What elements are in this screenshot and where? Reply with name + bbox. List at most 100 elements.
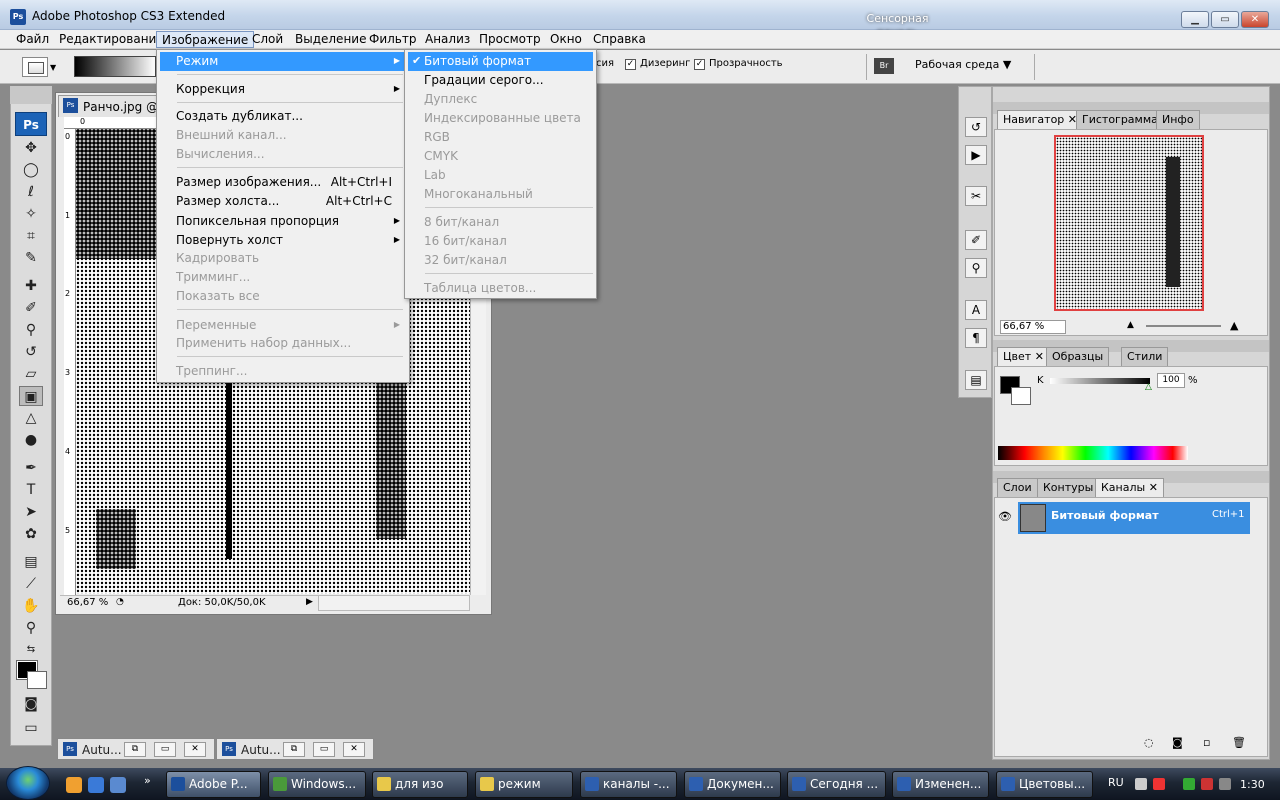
magic-wand-icon[interactable]: ✧	[19, 204, 43, 224]
tab-layers[interactable]: Слои	[997, 478, 1038, 497]
ruler-vertical[interactable]: 0 1 2 3 4 5	[64, 129, 76, 595]
menu-edit[interactable]: Редактирование	[54, 31, 169, 48]
load-selection-icon[interactable]: ◌	[1144, 736, 1154, 749]
tab-channels[interactable]: Каналы ✕	[1095, 478, 1164, 497]
taskbar-button[interactable]: каналы -...	[580, 771, 677, 798]
layer-comps-icon[interactable]: ▤	[965, 370, 987, 390]
brush-icon[interactable]: ✐	[19, 298, 43, 318]
crop-icon[interactable]: ⌗	[19, 226, 43, 246]
tab-swatches[interactable]: Образцы	[1046, 347, 1110, 366]
menu-file[interactable]: Файл	[11, 31, 54, 48]
tab-styles[interactable]: Стили	[1121, 347, 1169, 366]
minimized-document[interactable]: Ps Autu... ⧉ ▭ ✕	[57, 738, 215, 760]
navigator-zoom-field[interactable]: 66,67 %	[1000, 320, 1066, 334]
menu-item-grayscale[interactable]: Градации серого...	[408, 71, 593, 90]
volume-icon[interactable]	[1201, 778, 1213, 790]
transparency-checkbox[interactable]: ✓	[694, 59, 705, 70]
restore-icon[interactable]: ⧉	[124, 742, 146, 757]
taskbar-button[interactable]: Windows...	[268, 771, 366, 798]
dither-checkbox[interactable]: ✓	[625, 59, 636, 70]
tab-info[interactable]: Инфо	[1156, 110, 1200, 129]
tool-preset-picker[interactable]	[22, 57, 48, 77]
photoshop-app-icon[interactable]: Ps	[10, 9, 26, 25]
menu-item-duplicate[interactable]: Создать дубликат...	[160, 107, 406, 126]
show-desktop-icon[interactable]	[110, 777, 126, 793]
visibility-eye-icon[interactable]: 👁	[998, 510, 1012, 523]
tab-histogram[interactable]: Гистограмма	[1076, 110, 1164, 129]
close-icon[interactable]: ✕	[184, 742, 206, 757]
zoom-in-icon[interactable]: ▲	[1230, 319, 1238, 332]
blur-icon[interactable]: △	[19, 408, 43, 428]
menu-view[interactable]: Просмотр	[474, 31, 546, 48]
maximize-button[interactable]: ▭	[1211, 11, 1239, 28]
taskbar-button[interactable]: режим	[475, 771, 573, 798]
tools-panel-header[interactable]	[10, 86, 52, 104]
close-icon[interactable]: ✕	[343, 742, 365, 757]
restore-icon[interactable]: ⧉	[283, 742, 305, 757]
taskbar-button[interactable]: Изменен...	[892, 771, 989, 798]
background-color-swatch[interactable]	[27, 671, 47, 689]
menu-image[interactable]: Изображение	[156, 31, 255, 48]
slice-icon[interactable]: ✎	[19, 248, 43, 268]
move-icon[interactable]: ✥	[19, 138, 43, 158]
navigator-zoom-slider[interactable]	[1146, 325, 1221, 327]
close-button[interactable]: ✕	[1241, 11, 1269, 28]
network-icon[interactable]	[1183, 778, 1195, 790]
menu-item-canvas-size[interactable]: Размер холста... Alt+Ctrl+C	[160, 192, 406, 211]
firefox-icon[interactable]	[66, 777, 82, 793]
language-indicator[interactable]: RU	[1108, 776, 1124, 789]
trash-icon[interactable]: 🗑	[1232, 736, 1246, 749]
power-icon[interactable]	[1219, 778, 1231, 790]
gradient-icon[interactable]: ▣	[19, 386, 43, 406]
taskbar-button[interactable]: Цветовы...	[996, 771, 1093, 798]
status-menu-icon[interactable]: ◔	[116, 597, 124, 607]
menu-analysis[interactable]: Анализ	[420, 31, 475, 48]
menu-item-image-size[interactable]: Размер изображения... Alt+Ctrl+I	[160, 173, 406, 192]
document-horizontal-scrollbar[interactable]	[318, 595, 470, 611]
type-icon[interactable]: T	[19, 480, 43, 500]
tab-paths[interactable]: Контуры	[1037, 478, 1100, 497]
taskbar-button[interactable]: для изо	[372, 771, 468, 798]
navigator-preview[interactable]	[1054, 135, 1204, 311]
path-select-icon[interactable]: ➤	[19, 502, 43, 522]
zoom-out-icon[interactable]: ▲	[1127, 320, 1134, 330]
workspace-button[interactable]: Рабочая среда ▼	[915, 58, 1011, 71]
menu-filter[interactable]: Фильтр	[364, 31, 421, 48]
clone-stamp-icon[interactable]: ⚲	[19, 320, 43, 340]
eyedropper-icon[interactable]: ⟋	[19, 574, 43, 594]
screen-mode-icon[interactable]: ▭	[19, 718, 43, 738]
maximize-icon[interactable]: ▭	[154, 742, 176, 757]
paragraph-panel-icon[interactable]: ¶	[965, 328, 987, 348]
slider-thumb-icon[interactable]: △	[1145, 382, 1152, 392]
start-button[interactable]	[6, 766, 50, 800]
gradient-preview[interactable]	[74, 56, 156, 77]
tool-presets-icon[interactable]: ✂	[965, 186, 987, 206]
pen-icon[interactable]: ✒	[19, 458, 43, 478]
status-arrow-icon[interactable]: ▶	[306, 597, 313, 607]
k-channel-slider[interactable]: △	[1050, 378, 1152, 392]
lasso-icon[interactable]: ℓ	[19, 182, 43, 202]
tab-color[interactable]: Цвет ✕	[997, 347, 1050, 366]
swap-colors-icon[interactable]: ⇆	[19, 640, 43, 660]
eraser-icon[interactable]: ▱	[19, 364, 43, 384]
history-brush-icon[interactable]: ↺	[19, 342, 43, 362]
character-panel-icon[interactable]: A	[965, 300, 987, 320]
ie-icon[interactable]	[88, 777, 104, 793]
tray-icon[interactable]	[1135, 778, 1147, 790]
clone-source-icon[interactable]: ⚲	[965, 258, 987, 278]
zoom-icon[interactable]: ⚲	[19, 618, 43, 638]
minimized-document[interactable]: Ps Autu... ⧉ ▭ ✕	[216, 738, 374, 760]
actions-panel-icon[interactable]: ▶	[965, 145, 987, 165]
menu-window[interactable]: Окно	[545, 31, 587, 48]
tab-navigator[interactable]: Навигатор ✕	[997, 110, 1084, 129]
notes-icon[interactable]: ▤	[19, 552, 43, 572]
menu-item-rotate-canvas[interactable]: Повернуть холст ▶	[160, 231, 406, 250]
bridge-icon[interactable]: Br	[874, 58, 894, 74]
shape-icon[interactable]: ✿	[19, 524, 43, 544]
close-icon[interactable]: ✕	[1035, 350, 1044, 363]
brushes-panel-icon[interactable]: ✐	[965, 230, 987, 250]
menu-item-mode[interactable]: Режим ▶	[160, 52, 406, 71]
menu-select[interactable]: Выделение	[290, 31, 371, 48]
color-panel-background[interactable]	[1011, 387, 1031, 405]
taskbar-button[interactable]: Adobe P...	[166, 771, 261, 798]
